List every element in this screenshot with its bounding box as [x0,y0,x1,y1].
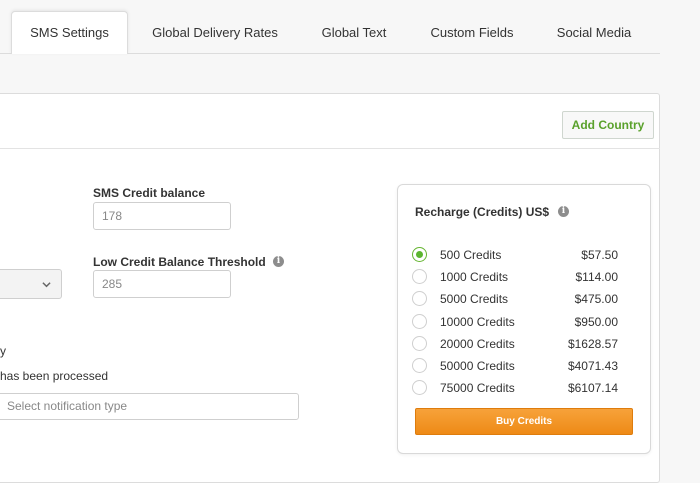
option-price: $57.50 [581,248,618,262]
radio-selected-icon[interactable] [412,247,427,262]
option-label: 5000 Credits [440,292,509,306]
credit-balance-label: SMS Credit balance [93,186,206,200]
option-label: 50000 Credits [440,359,515,373]
option-price: $950.00 [574,315,618,329]
panel-header-divider [0,148,660,149]
radio-icon[interactable] [412,269,427,284]
radio-icon[interactable] [412,358,427,373]
low-threshold-label: Low Credit Balance Threshold [93,255,266,269]
radio-icon[interactable] [412,291,427,306]
recharge-option[interactable]: 5000 Credits $475.00 [412,290,622,308]
tab-social-media[interactable]: Social Media [546,12,642,54]
tab-custom-fields[interactable]: Custom Fields [420,12,524,54]
option-label: 500 Credits [440,248,502,262]
processed-text-fragment: has been processed [0,369,109,383]
chevron-down-icon [42,282,51,288]
option-price: $1628.57 [567,337,618,351]
recharge-title: Recharge (Credits) US$ [415,205,550,219]
cropped-text-fragment: y [0,344,6,358]
option-label: 10000 Credits [440,315,515,329]
radio-icon[interactable] [412,336,427,351]
low-threshold-field[interactable]: 285 [93,270,231,298]
tab-bar: SMS Settings Global Delivery Rates Globa… [0,0,700,54]
radio-icon[interactable] [412,314,427,329]
option-label: 75000 Credits [440,381,515,395]
radio-icon[interactable] [412,380,427,395]
tab-global-delivery-rates[interactable]: Global Delivery Rates [140,12,290,54]
credit-balance-field[interactable]: 178 [93,202,231,230]
option-price: $114.00 [575,270,619,284]
recharge-option[interactable]: 20000 Credits $1628.57 [412,335,622,353]
tab-global-text[interactable]: Global Text [310,12,398,54]
option-price: $6107.14 [567,381,618,395]
buy-credits-button[interactable]: Buy Credits [415,408,633,435]
option-label: 20000 Credits [440,337,515,351]
recharge-option[interactable]: 1000 Credits $114.00 [412,268,622,286]
add-country-button[interactable]: Add Country [562,111,654,139]
country-select[interactable] [0,269,62,299]
tab-sms-settings[interactable]: SMS Settings [11,11,128,54]
recharge-option[interactable]: 50000 Credits $4071.43 [412,357,622,375]
option-price: $4071.43 [567,359,618,373]
info-icon[interactable]: i [558,206,569,217]
recharge-option[interactable]: 500 Credits $57.50 [412,246,622,264]
recharge-option[interactable]: 75000 Credits $6107.14 [412,379,622,397]
recharge-option[interactable]: 10000 Credits $950.00 [412,313,622,331]
option-price: $475.00 [574,292,618,306]
option-label: 1000 Credits [440,270,509,284]
notification-type-select[interactable]: Select notification type [0,393,299,420]
info-icon[interactable]: i [273,256,284,267]
